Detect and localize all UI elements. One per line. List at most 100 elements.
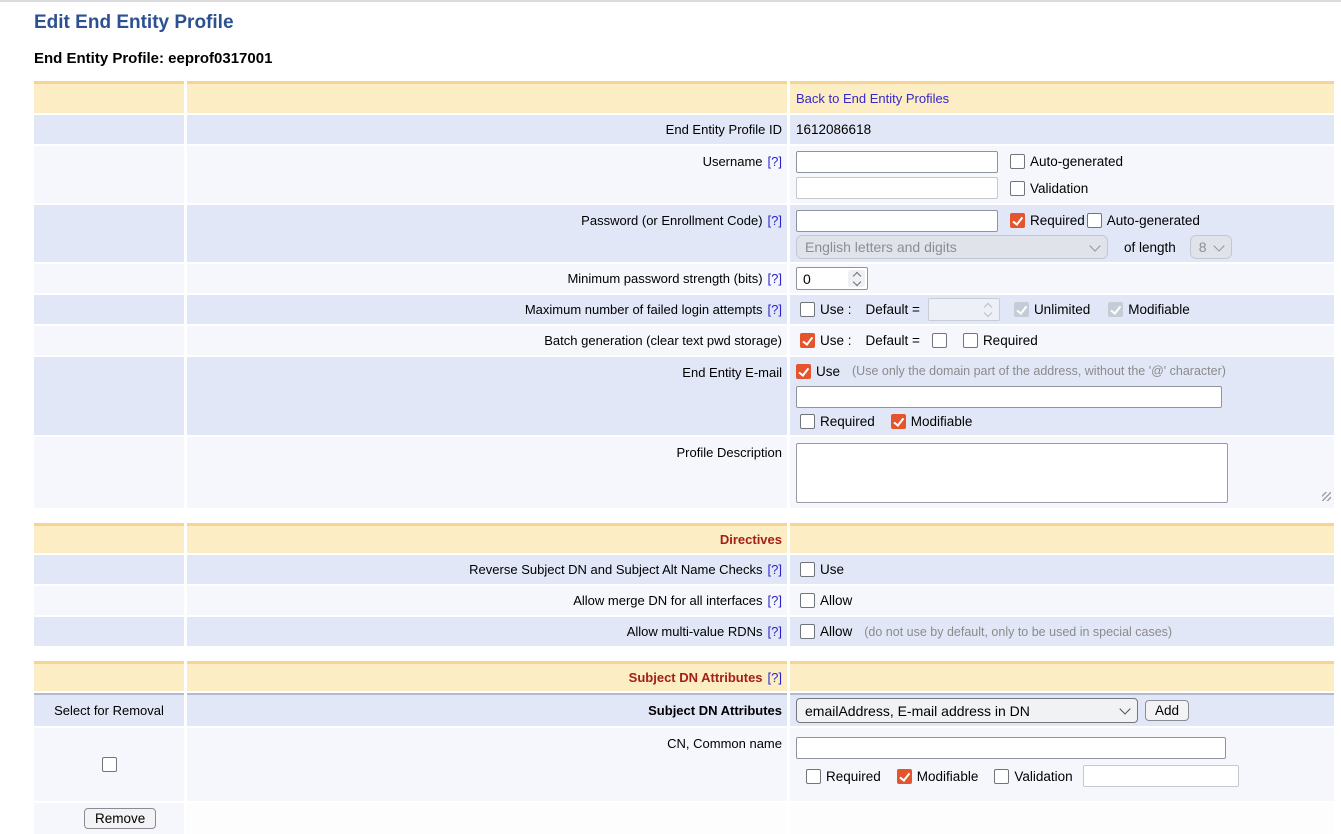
username-help-link[interactable]: [?] [768, 154, 782, 169]
profile-edit-table: Back to End Entity Profiles End Entity P… [34, 81, 1334, 834]
add-attribute-button[interactable]: Add [1145, 700, 1189, 721]
email-modifiable-label: Modifiable [911, 414, 973, 429]
password-required-checkbox[interactable] [1010, 213, 1025, 228]
reverse-dn-checks-label: Reverse Subject DN and Subject Alt Name … [469, 562, 762, 577]
password-autogenerated-label: Auto-generated [1107, 213, 1200, 228]
allow-multivalue-rdns-checkbox[interactable] [800, 624, 815, 639]
cn-removal-checkbox[interactable] [102, 757, 117, 772]
max-failed-use-label: Use : [820, 302, 852, 317]
spin-down-icon [984, 308, 992, 316]
remove-row: Remove [34, 803, 1334, 834]
subject-dn-header-row: Subject DN Attributes [?] [34, 661, 1334, 691]
password-label: Password (or Enrollment Code) [581, 213, 762, 228]
password-help-link[interactable]: [?] [768, 213, 782, 228]
description-textarea[interactable] [796, 443, 1228, 503]
reverse-dn-checks-row: Reverse Subject DN and Subject Alt Name … [34, 555, 1334, 584]
cn-required-checkbox[interactable] [806, 769, 821, 784]
spin-down-icon [852, 277, 860, 285]
allow-multivalue-rdns-label: Allow multi-value RDNs [627, 624, 763, 639]
password-row: Password (or Enrollment Code) [?] Requir… [34, 205, 1334, 262]
password-length-select[interactable]: 8 [1190, 235, 1232, 259]
email-modifiable-checkbox[interactable] [891, 414, 906, 429]
reverse-dn-use-checkbox[interactable] [800, 562, 815, 577]
username-label: Username [703, 154, 763, 169]
profile-id-row: End Entity Profile ID 1612086618 [34, 115, 1334, 144]
max-failed-default-spinner [928, 298, 1000, 321]
chevron-down-icon [1213, 240, 1224, 251]
password-input[interactable] [796, 210, 998, 232]
batch-use-checkbox[interactable] [800, 333, 815, 348]
username-row: Username [?] Auto-generated Validation [34, 146, 1334, 203]
subject-dn-attribute-select[interactable]: emailAddress, E-mail address in DN [796, 698, 1138, 723]
username-regex-input[interactable] [796, 177, 998, 199]
email-use-label: Use [816, 364, 840, 379]
batch-generation-row: Batch generation (clear text pwd storage… [34, 326, 1334, 355]
max-failed-modifiable-checkbox [1108, 302, 1123, 317]
directives-header: Directives [720, 532, 782, 547]
email-label: End Entity E-mail [682, 365, 782, 380]
max-failed-unlimited-label: Unlimited [1034, 302, 1090, 317]
batch-default-checkbox[interactable] [932, 333, 947, 348]
password-type-select[interactable]: English letters and digits [796, 235, 1108, 259]
allow-multivalue-rdns-row: Allow multi-value RDNs [?] Allow (do not… [34, 617, 1334, 646]
cn-required-label: Required [826, 769, 881, 784]
subject-dn-help-link[interactable]: [?] [768, 670, 782, 685]
max-failed-unlimited-checkbox [1014, 302, 1029, 317]
cn-attribute-row: CN, Common name Required Modifiable Vali… [34, 728, 1334, 801]
subject-dn-attributes-label: Subject DN Attributes [648, 703, 782, 718]
profile-name-heading: End Entity Profile: eeprof0317001 [34, 50, 1341, 67]
email-use-checkbox[interactable] [796, 364, 811, 379]
select-for-removal-label: Select for Removal [54, 703, 164, 718]
end-entity-email-row: End Entity E-mail Use (Use only the doma… [34, 357, 1334, 435]
cn-modifiable-label: Modifiable [917, 769, 979, 784]
chevron-down-icon [1119, 703, 1130, 714]
email-required-checkbox[interactable] [800, 414, 815, 429]
cn-validation-label: Validation [1014, 769, 1072, 784]
spinner-buttons[interactable] [848, 270, 865, 287]
batch-required-label: Required [983, 333, 1038, 348]
cn-validation-checkbox[interactable] [994, 769, 1009, 784]
username-input[interactable] [796, 151, 998, 173]
cn-modifiable-checkbox[interactable] [897, 769, 912, 784]
max-failed-modifiable-label: Modifiable [1128, 302, 1190, 317]
allow-multivalue-rdns-help-link[interactable]: [?] [768, 624, 782, 639]
remove-attribute-button[interactable]: Remove [84, 808, 156, 829]
username-validation-checkbox[interactable] [1010, 181, 1025, 196]
section-header-row: Back to End Entity Profiles [34, 81, 1334, 113]
profile-id-value: 1612086618 [796, 122, 1334, 137]
allow-multivalue-rdns-allow-label: Allow [820, 624, 852, 639]
top-divider [0, 0, 1341, 2]
allow-merge-dn-checkbox[interactable] [800, 593, 815, 608]
reverse-dn-checks-help-link[interactable]: [?] [768, 562, 782, 577]
max-failed-use-checkbox[interactable] [800, 302, 815, 317]
profile-description-row: Profile Description [34, 437, 1334, 508]
batch-required-checkbox[interactable] [963, 333, 978, 348]
cn-value-input[interactable] [796, 737, 1226, 759]
page-title: Edit End Entity Profile [34, 12, 1341, 34]
min-strength-label: Minimum password strength (bits) [567, 271, 762, 286]
of-length-label: of length [1124, 240, 1176, 255]
email-domain-input[interactable] [796, 386, 1222, 408]
password-autogenerated-checkbox[interactable] [1087, 213, 1102, 228]
username-validation-label: Validation [1030, 181, 1088, 196]
min-strength-spinner[interactable]: 0 [796, 267, 868, 290]
batch-use-label: Use : [820, 333, 852, 348]
max-failed-help-link[interactable]: [?] [768, 302, 782, 317]
allow-merge-dn-allow-label: Allow [820, 593, 852, 608]
allow-merge-dn-help-link[interactable]: [?] [768, 593, 782, 608]
min-strength-help-link[interactable]: [?] [768, 271, 782, 286]
back-to-profiles-link[interactable]: Back to End Entity Profiles [796, 91, 1334, 106]
username-autogenerated-checkbox[interactable] [1010, 154, 1025, 169]
allow-merge-dn-label: Allow merge DN for all interfaces [573, 593, 762, 608]
batch-generation-label: Batch generation (clear text pwd storage… [544, 333, 782, 348]
email-note: (Use only the domain part of the address… [852, 364, 1226, 378]
max-failed-default-label: Default = [866, 302, 920, 317]
profile-id-label: End Entity Profile ID [666, 122, 782, 137]
directives-header-row: Directives [34, 523, 1334, 553]
reverse-dn-use-label: Use [820, 562, 844, 577]
max-failed-label: Maximum number of failed login attempts [525, 302, 763, 317]
description-textarea-wrap [796, 443, 1334, 506]
cn-label: CN, Common name [667, 736, 782, 751]
subject-dn-header: Subject DN Attributes [629, 670, 763, 685]
allow-merge-dn-row: Allow merge DN for all interfaces [?] Al… [34, 586, 1334, 615]
